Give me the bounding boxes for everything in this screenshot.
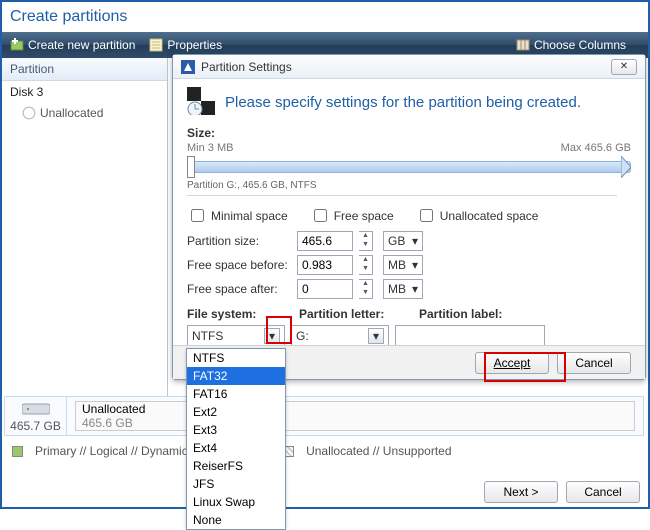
file-system-option[interactable]: ReiserFS — [187, 457, 285, 475]
properties-button[interactable]: Properties — [149, 38, 222, 52]
dialog-heading: Please specify settings for the partitio… — [225, 94, 581, 111]
free-before-unit[interactable]: MB▾ — [383, 255, 423, 275]
free-after-spinner[interactable]: ▲▼ — [359, 279, 373, 299]
size-caption: Partition G:, 465.6 GB, NTFS — [187, 180, 631, 191]
create-partition-icon — [10, 38, 24, 52]
file-system-option[interactable]: Linux Swap — [187, 493, 285, 511]
partition-size-label: Partition size: — [187, 234, 291, 248]
app-icon — [181, 60, 195, 74]
file-system-option[interactable]: FAT32 — [187, 367, 285, 385]
free-before-input[interactable] — [297, 255, 353, 275]
cancel-button[interactable]: Cancel — [566, 481, 640, 503]
dialog-cancel-button[interactable]: Cancel — [557, 352, 631, 374]
partition-letter-combo[interactable]: G: ▾ — [291, 325, 389, 347]
file-system-label: File system: — [187, 307, 299, 321]
tree-item-unallocated-label: Unallocated — [40, 106, 103, 120]
page-title: Create partitions — [2, 2, 648, 32]
partition-size-unit[interactable]: GB▾ — [383, 231, 423, 251]
legend-primary-logical-dynamic: Primary // Logical // Dynamic — [35, 444, 188, 458]
opt-unallocated-space[interactable]: Unallocated space — [416, 206, 539, 225]
free-after-input[interactable] — [297, 279, 353, 299]
create-partition-button[interactable]: Create new partition — [10, 38, 135, 52]
size-min: Min 3 MB — [187, 142, 233, 154]
side-panel-header: Partition — [2, 58, 167, 81]
opt-minimal-label: Minimal space — [211, 209, 288, 223]
partition-letter-value: G: — [296, 329, 309, 343]
chevron-down-icon[interactable]: ▾ — [264, 328, 280, 344]
free-before-label: Free space before: — [187, 258, 291, 272]
opt-minimal-space[interactable]: Minimal space — [187, 206, 288, 225]
file-system-option[interactable]: JFS — [187, 475, 285, 493]
disk-summary: 465.7 GB Unallocated 465.6 GB — [4, 396, 644, 436]
chevron-down-icon[interactable]: ▾ — [368, 328, 384, 344]
accept-button[interactable]: Accept — [475, 352, 549, 374]
file-system-option[interactable]: Ext2 — [187, 403, 285, 421]
columns-icon — [516, 38, 530, 52]
choose-columns-button[interactable]: Choose Columns — [516, 38, 626, 52]
properties-label: Properties — [167, 38, 222, 52]
choose-columns-label: Choose Columns — [534, 38, 626, 52]
file-system-option[interactable]: Ext3 — [187, 421, 285, 439]
slider-handle-left[interactable] — [187, 156, 195, 178]
size-slider[interactable] — [187, 156, 631, 178]
legend: Primary // Logical // Dynamic re Zone Un… — [4, 440, 644, 462]
disk-bar-size: 465.6 GB — [82, 416, 145, 430]
partition-label-input[interactable] — [395, 325, 545, 347]
legend-unalloc-unsupported: Unallocated // Unsupported — [306, 444, 451, 458]
file-system-option[interactable]: NTFS — [187, 349, 285, 367]
size-max: Max 465.6 GB — [561, 142, 631, 154]
next-button[interactable]: Next > — [484, 481, 558, 503]
opt-free-label: Free space — [334, 209, 394, 223]
side-panel: Partition Disk 3 Unallocated — [2, 58, 168, 398]
partition-label-label: Partition label: — [419, 307, 502, 321]
opt-free-checkbox[interactable] — [314, 209, 327, 222]
free-after-unit[interactable]: MB▾ — [383, 279, 423, 299]
dialog-titlebar: Partition Settings ✕ — [173, 55, 645, 79]
disk-icon-box: 465.7 GB — [5, 397, 67, 435]
free-before-spinner[interactable]: ▲▼ — [359, 255, 373, 275]
disk-bar[interactable]: Unallocated 465.6 GB — [75, 401, 635, 431]
hard-drive-icon — [5, 400, 66, 419]
partition-settings-dialog: Partition Settings ✕ Please specify sett… — [172, 54, 646, 380]
file-system-dropdown[interactable]: NTFSFAT32FAT16Ext2Ext3Ext4ReiserFSJFSLin… — [186, 348, 286, 530]
file-system-option[interactable]: FAT16 — [187, 385, 285, 403]
file-system-combo[interactable]: NTFS ▾ — [187, 325, 285, 347]
dialog-title: Partition Settings — [201, 60, 292, 74]
disk-size: 465.7 GB — [5, 419, 66, 433]
opt-minimal-checkbox[interactable] — [191, 209, 204, 222]
clock-flag-icon — [187, 87, 215, 118]
close-icon: ✕ — [620, 61, 628, 72]
file-system-value: NTFS — [192, 329, 223, 343]
size-label: Size: — [187, 126, 215, 140]
file-system-option[interactable]: Ext4 — [187, 439, 285, 457]
partition-size-spinner[interactable]: ▲▼ — [359, 231, 373, 251]
partition-letter-label: Partition letter: — [299, 307, 419, 321]
tree-item-unallocated[interactable]: Unallocated — [2, 103, 167, 123]
opt-unalloc-checkbox[interactable] — [420, 209, 433, 222]
slider-handle-right[interactable] — [621, 156, 631, 178]
tree-item-disk[interactable]: Disk 3 — [2, 81, 167, 103]
dialog-close-button[interactable]: ✕ — [611, 59, 637, 75]
create-partition-label: Create new partition — [28, 38, 135, 52]
free-after-label: Free space after: — [187, 282, 291, 296]
partition-size-input[interactable] — [297, 231, 353, 251]
file-system-option[interactable]: None — [187, 511, 285, 529]
opt-unalloc-label: Unallocated space — [440, 209, 539, 223]
disk-bar-label: Unallocated — [82, 402, 145, 416]
properties-icon — [149, 38, 163, 52]
unallocated-icon — [22, 106, 36, 120]
legend-swatch-primary — [12, 446, 23, 457]
opt-free-space[interactable]: Free space — [310, 206, 394, 225]
